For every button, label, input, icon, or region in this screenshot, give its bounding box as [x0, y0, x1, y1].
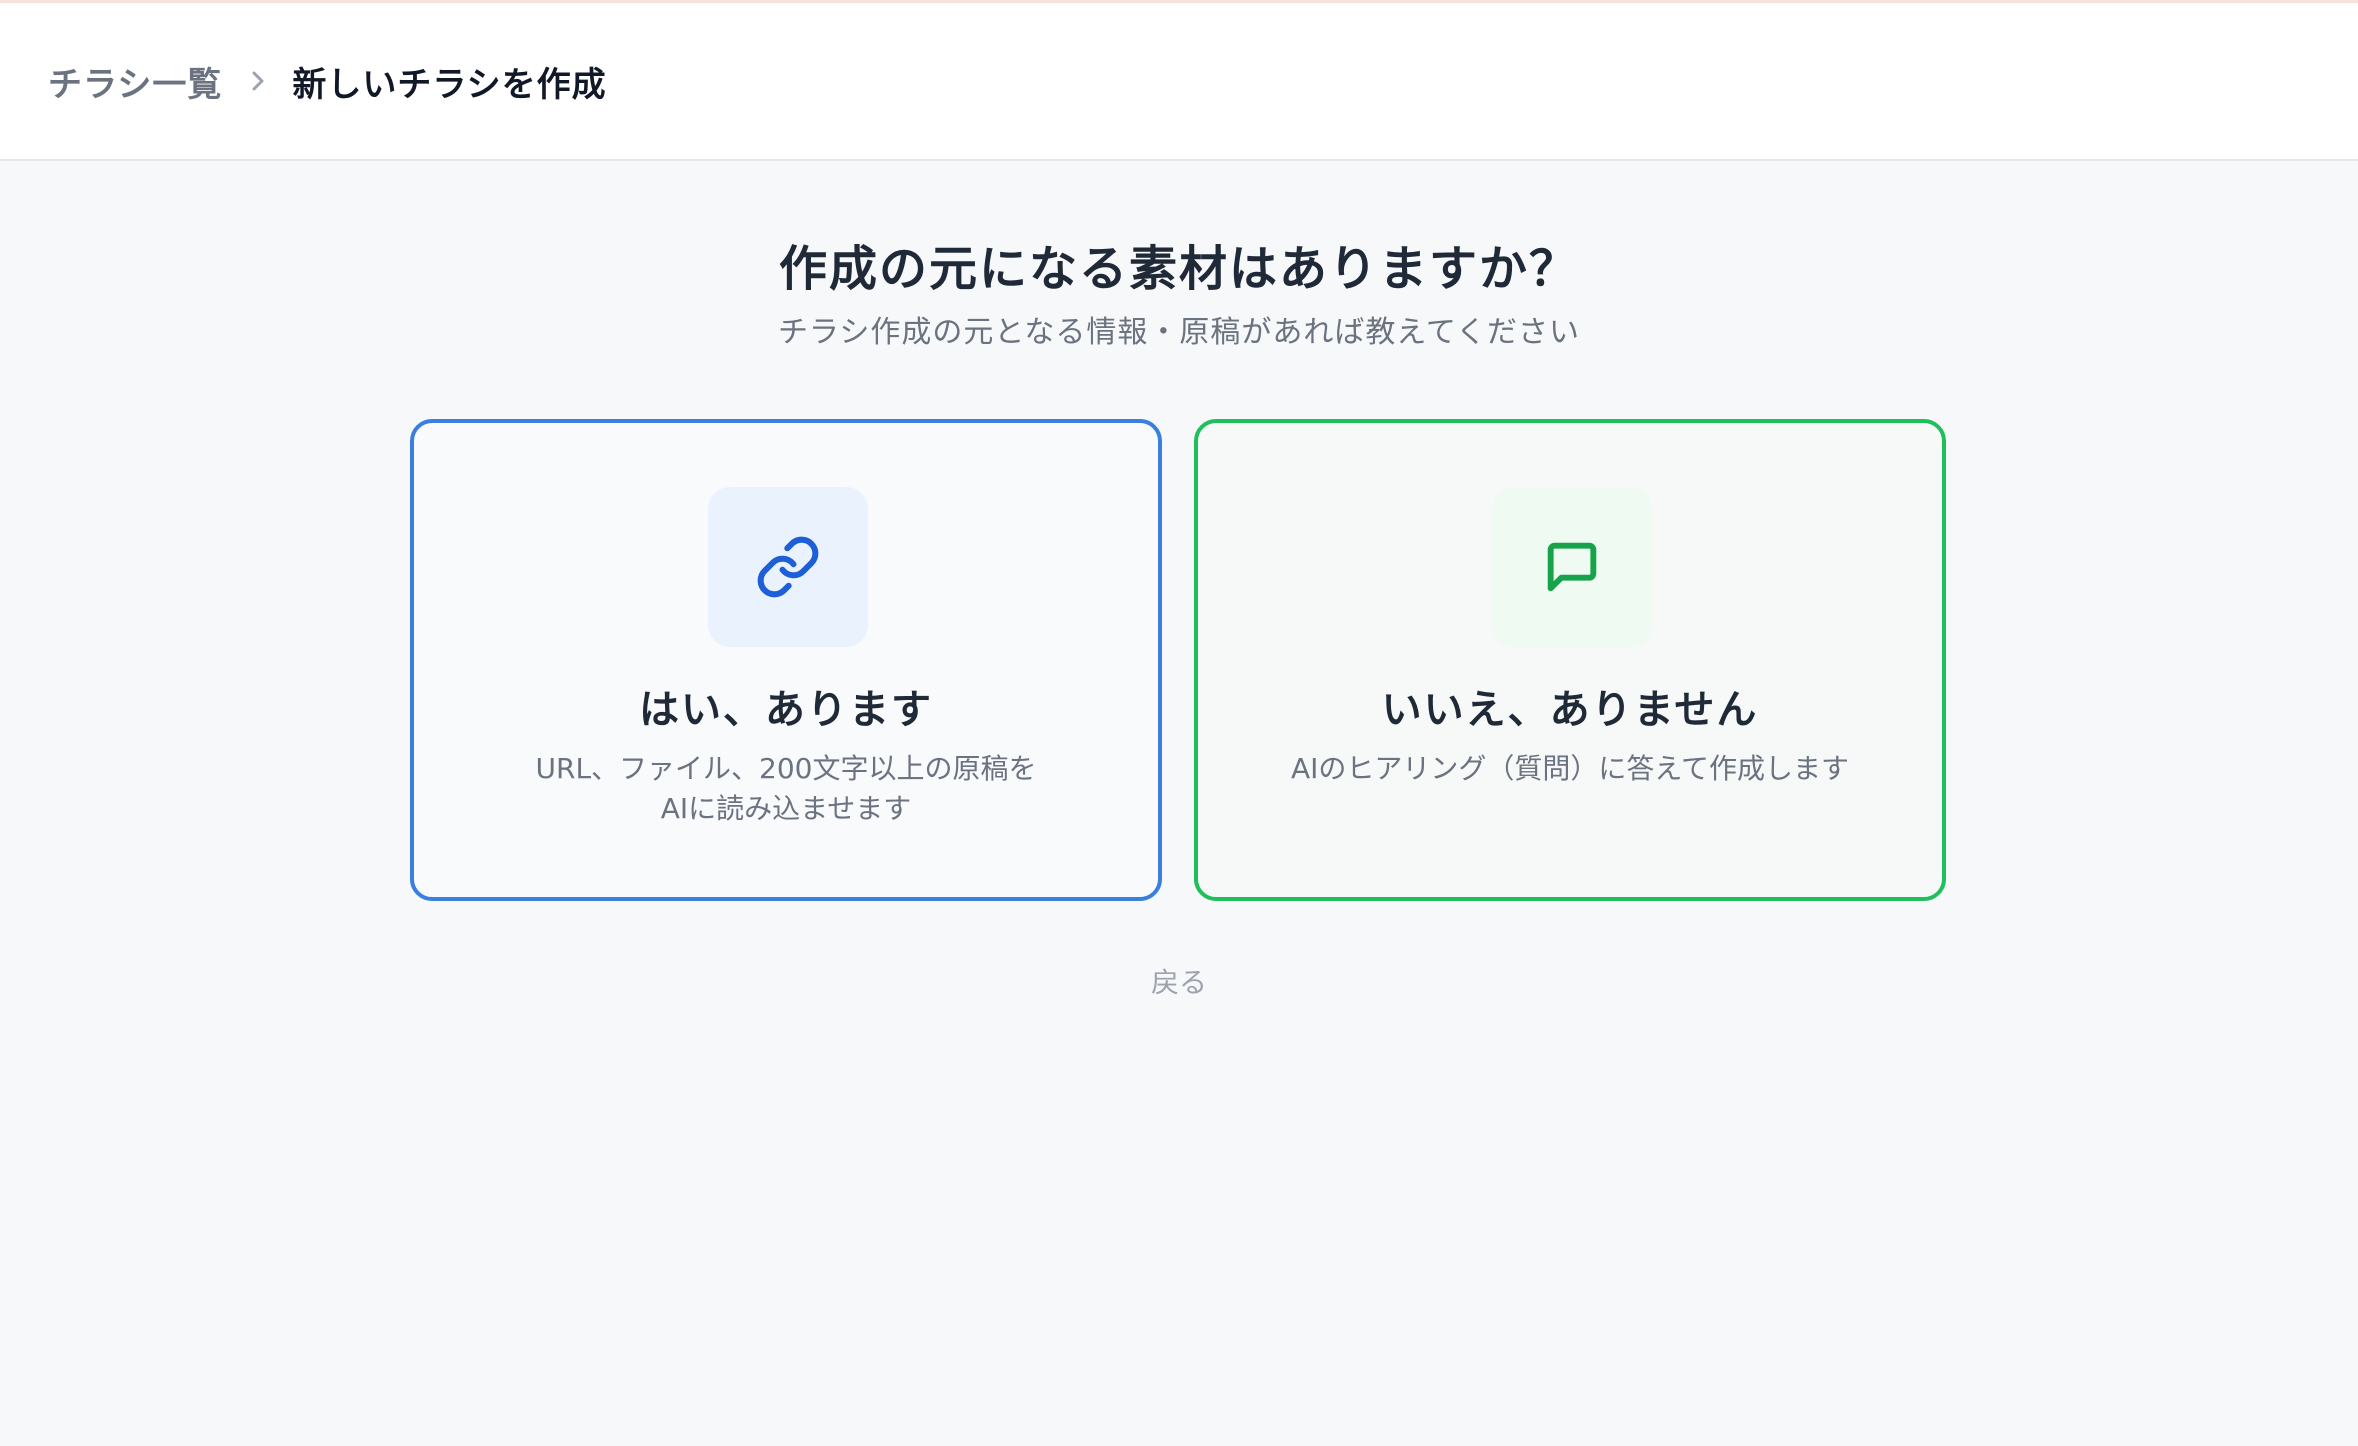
back-link-container: 戻る: [0, 961, 2358, 1001]
option-card-no[interactable]: いいえ、ありません AIのヒアリング（質問）に答えて作成します: [1194, 419, 1946, 901]
link-icon: [708, 487, 868, 647]
option-no-description: AIのヒアリング（質問）に答えて作成します: [1198, 749, 1942, 789]
option-yes-desc-line1: URL、ファイル、200文字以上の原稿を: [535, 752, 1037, 785]
option-no-title: いいえ、ありません: [1381, 687, 1759, 733]
chat-bubble-icon: [1492, 487, 1652, 647]
main-content: 作成の元になる素材はありますか？ チラシ作成の元となる情報・原稿があれば教えてく…: [0, 161, 2358, 1446]
breadcrumb-current: 新しいチラシを作成: [292, 64, 607, 105]
question-title: 作成の元になる素材はありますか？: [778, 241, 1579, 297]
breadcrumb-parent-link[interactable]: チラシ一覧: [48, 57, 222, 106]
option-yes-description: URL、ファイル、200文字以上の原稿を AIに読み込ませます: [414, 749, 1158, 829]
option-no-desc-line1: AIのヒアリング（質問）に答えて作成します: [1290, 752, 1849, 785]
option-yes-desc-line2: AIに読み込ませます: [660, 792, 912, 825]
chevron-right-icon: [248, 68, 268, 94]
option-yes-title: はい、あります: [639, 687, 933, 733]
back-link[interactable]: 戻る: [1151, 966, 1207, 999]
option-card-yes[interactable]: はい、あります URL、ファイル、200文字以上の原稿を AIに読み込ませます: [410, 419, 1162, 901]
question-subtitle: チラシ作成の元となる情報・原稿があれば教えてください: [777, 315, 1581, 350]
header: チラシ一覧 新しいチラシを作成: [0, 3, 2358, 161]
